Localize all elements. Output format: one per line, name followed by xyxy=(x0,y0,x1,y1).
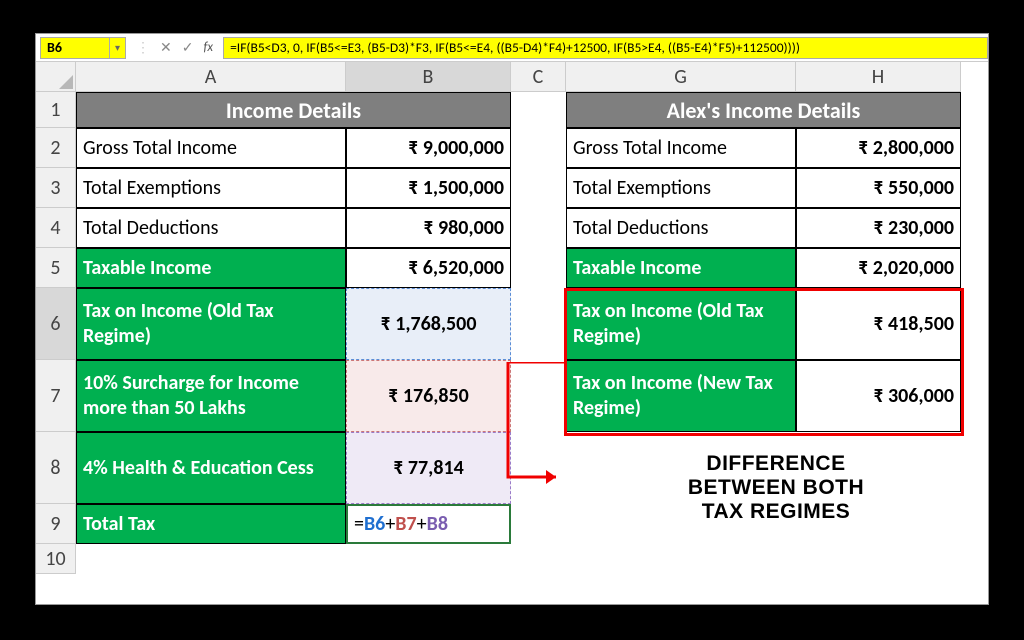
accept-formula-icon[interactable]: ✓ xyxy=(182,39,194,56)
cell-G2[interactable]: Gross Total Income xyxy=(566,128,796,168)
cell-B9[interactable]: =B6+B7+B8 xyxy=(346,504,511,544)
fx-icon[interactable]: fx xyxy=(203,40,213,55)
cell-A2[interactable]: Gross Total Income xyxy=(76,128,346,168)
formula-bar-buttons: ⋮ ✕ ✓ fx xyxy=(126,39,223,56)
cell-G5[interactable]: Taxable Income xyxy=(566,248,796,288)
col-header-B[interactable]: B xyxy=(346,62,511,92)
cell-H6[interactable]: ₹ 418,500 xyxy=(796,288,961,360)
name-box-dropdown[interactable]: ▾ xyxy=(110,37,126,59)
column-headers: ABCGH xyxy=(76,62,961,92)
cell-B7[interactable]: ₹ 176,850 xyxy=(346,360,511,432)
cell-G6[interactable]: Tax on Income (Old Tax Regime) xyxy=(566,288,796,360)
difference-caption: DIFFERENCEBETWEEN BOTHTAX REGIMES xyxy=(606,452,946,524)
row-header-1[interactable]: 1 xyxy=(36,92,76,128)
col-header-H[interactable]: H xyxy=(796,62,961,92)
cell-B5[interactable]: ₹ 6,520,000 xyxy=(346,248,511,288)
cell-A7[interactable]: 10% Surcharge for Income more than 50 La… xyxy=(76,360,346,432)
cancel-formula-icon[interactable]: ✕ xyxy=(160,39,172,56)
col-header-G[interactable]: G xyxy=(566,62,796,92)
left-header[interactable]: Income Details xyxy=(76,92,511,128)
row-header-2[interactable]: 2 xyxy=(36,128,76,168)
excel-window: B6 ▾ ⋮ ✕ ✓ fx =IF(B5<D3, 0, IF(B5<=E3, (… xyxy=(35,33,989,605)
cell-G4[interactable]: Total Deductions xyxy=(566,208,796,248)
row-header-3[interactable]: 3 xyxy=(36,168,76,208)
cell-A4[interactable]: Total Deductions xyxy=(76,208,346,248)
cell-B8[interactable]: ₹ 77,814 xyxy=(346,432,511,504)
cell-A6[interactable]: Tax on Income (Old Tax Regime) xyxy=(76,288,346,360)
cell-H3[interactable]: ₹ 550,000 xyxy=(796,168,961,208)
cell-G7[interactable]: Tax on Income (New Tax Regime) xyxy=(566,360,796,432)
cell-B2[interactable]: ₹ 9,000,000 xyxy=(346,128,511,168)
row-header-9[interactable]: 9 xyxy=(36,504,76,544)
formula-input[interactable]: =IF(B5<D3, 0, IF(B5<=E3, (B5-D3)*F3, IF(… xyxy=(223,37,988,59)
row-header-8[interactable]: 8 xyxy=(36,432,76,504)
cell-H5[interactable]: ₹ 2,020,000 xyxy=(796,248,961,288)
row-header-5[interactable]: 5 xyxy=(36,248,76,288)
row-header-4[interactable]: 4 xyxy=(36,208,76,248)
cell-A3[interactable]: Total Exemptions xyxy=(76,168,346,208)
row-headers: 12345678910 xyxy=(36,92,76,574)
cell-G3[interactable]: Total Exemptions xyxy=(566,168,796,208)
cell-A9[interactable]: Total Tax xyxy=(76,504,346,544)
cell-A5[interactable]: Taxable Income xyxy=(76,248,346,288)
col-header-C[interactable]: C xyxy=(511,62,566,92)
grid: ABCGH 12345678910 Income DetailsGross To… xyxy=(36,62,988,604)
formula-bar: B6 ▾ ⋮ ✕ ✓ fx =IF(B5<D3, 0, IF(B5<=E3, (… xyxy=(36,34,988,62)
right-header[interactable]: Alex's Income Details xyxy=(566,92,961,128)
cell-H7[interactable]: ₹ 306,000 xyxy=(796,360,961,432)
cell-B4[interactable]: ₹ 980,000 xyxy=(346,208,511,248)
cell-B3[interactable]: ₹ 1,500,000 xyxy=(346,168,511,208)
col-header-A[interactable]: A xyxy=(76,62,346,92)
formula-sep-icon: ⋮ xyxy=(136,39,150,56)
row-header-7[interactable]: 7 xyxy=(36,360,76,432)
cell-H4[interactable]: ₹ 230,000 xyxy=(796,208,961,248)
row-header-6[interactable]: 6 xyxy=(36,288,76,360)
cell-A8[interactable]: 4% Health & Education Cess xyxy=(76,432,346,504)
row-header-10[interactable]: 10 xyxy=(36,544,76,574)
select-all-corner[interactable] xyxy=(36,62,76,92)
name-box[interactable]: B6 xyxy=(40,37,110,59)
cell-H2[interactable]: ₹ 2,800,000 xyxy=(796,128,961,168)
cell-B6[interactable]: ₹ 1,768,500 xyxy=(346,288,511,360)
